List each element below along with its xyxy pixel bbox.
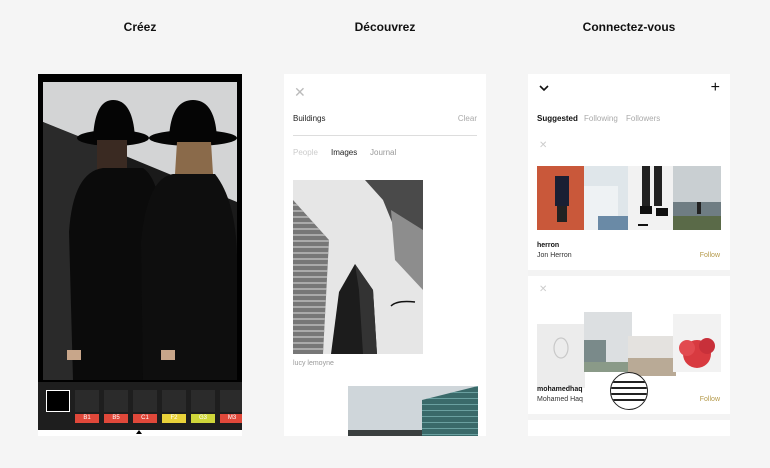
close-icon[interactable]: ✕ — [294, 84, 306, 101]
heading-discover: Découvrez — [354, 20, 416, 34]
tab-suggested[interactable]: Suggested — [537, 114, 578, 123]
user-photo[interactable] — [628, 166, 676, 230]
result-image-skyscraper[interactable] — [348, 386, 478, 436]
user-photo[interactable] — [537, 324, 585, 388]
heading-create: Créez — [123, 20, 157, 34]
tab-following[interactable]: Following — [584, 114, 618, 123]
chevron-down-icon[interactable] — [538, 82, 550, 97]
follow-button[interactable]: Follow — [700, 252, 720, 259]
filter-code: B5 — [104, 414, 128, 423]
tab-journal[interactable]: Journal — [370, 148, 396, 157]
filter-code: C1 — [133, 414, 157, 423]
username[interactable]: herron — [537, 242, 559, 249]
filter-code — [46, 414, 70, 423]
filter-code: M3 — [220, 414, 242, 423]
dismiss-icon[interactable]: ✕ — [539, 140, 547, 151]
filter-thumb[interactable]: C1 — [133, 390, 157, 423]
username[interactable]: mohamedhaq — [537, 386, 583, 393]
filter-thumb[interactable]: M3 — [220, 390, 242, 423]
tab-people[interactable]: People — [293, 148, 318, 157]
filter-thumb[interactable]: B5 — [104, 390, 128, 423]
user-fullname: Mohamed Haq — [537, 396, 583, 403]
filter-thumb[interactable]: B1 — [75, 390, 99, 423]
editor-screen: B1 B5 C1 F2 G3 M3 — [38, 74, 242, 436]
connect-screen: + Suggested Following Followers ✕ herron… — [528, 74, 730, 436]
user-photo[interactable] — [537, 166, 585, 230]
user-photo[interactable] — [673, 314, 721, 378]
search-input[interactable]: Buildings — [293, 114, 325, 123]
tab-images[interactable]: Images — [331, 148, 357, 157]
filter-code: G3 — [191, 414, 215, 423]
filter-thumb[interactable] — [46, 390, 70, 423]
card-divider — [528, 270, 730, 276]
image-author[interactable]: lucy lemoyne — [293, 360, 334, 367]
filter-strip: B1 B5 C1 F2 G3 M3 — [38, 382, 242, 430]
result-image-buildings[interactable] — [293, 180, 423, 354]
scroll-hint-icon — [610, 372, 648, 410]
follow-button[interactable]: Follow — [700, 396, 720, 403]
heading-connect: Connectez-vous — [582, 20, 676, 34]
edited-photo — [43, 82, 237, 380]
user-photo[interactable] — [584, 166, 632, 230]
card-divider — [528, 414, 730, 420]
search-underline — [293, 135, 477, 136]
filter-code: B1 — [75, 414, 99, 423]
dismiss-icon[interactable]: ✕ — [539, 284, 547, 295]
filter-code: F2 — [162, 414, 186, 423]
user-photo[interactable] — [673, 166, 721, 230]
user-photo[interactable] — [584, 312, 632, 376]
clear-button[interactable]: Clear — [458, 114, 477, 123]
collapse-caret-icon[interactable] — [136, 430, 142, 434]
discover-screen: ✕ Buildings Clear People Images Journal … — [284, 74, 486, 436]
add-icon[interactable]: + — [711, 79, 720, 97]
tab-followers[interactable]: Followers — [626, 114, 660, 123]
user-fullname: Jon Herron — [537, 252, 572, 259]
filter-thumb[interactable]: F2 — [162, 390, 186, 423]
filter-thumb[interactable]: G3 — [191, 390, 215, 423]
